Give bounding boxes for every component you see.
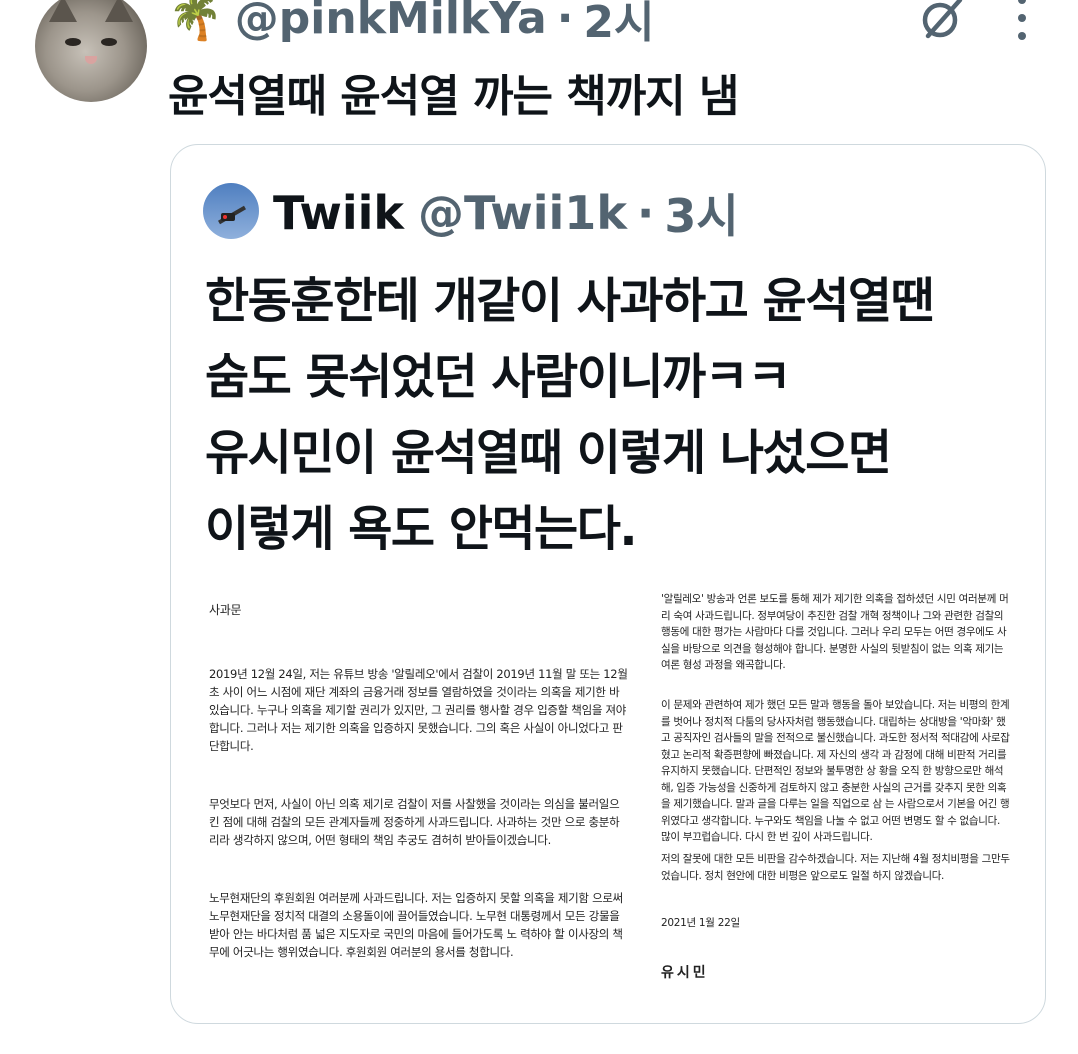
document-date: 2021년 1월 22일 (661, 917, 740, 929)
avatar-nose (85, 56, 97, 64)
quote-line: 한동훈한테 개같이 사과하고 윤석열땐 (205, 273, 935, 329)
separator-dot: · (636, 186, 655, 240)
tweet-header: 🌴 @pinkMilkYa · 2시 (168, 0, 655, 50)
tweet-text: 윤석열때 윤석열 까는 책까지 냄 (168, 71, 740, 122)
quote-author-name[interactable]: Twiik (273, 186, 404, 240)
document-paragraph: '알릴레오' 방송과 언론 보도를 통해 제가 제기한 의혹을 접하셨던 시민 … (661, 593, 1009, 671)
quote-time[interactable]: 3시 (664, 180, 738, 246)
quote-header: Twiik @Twii1k · 3시 (273, 183, 739, 243)
tweet-time[interactable]: 2시 (583, 0, 654, 50)
grok-icon[interactable] (918, 0, 966, 42)
document-paragraph: 무엇보다 먼저, 사실이 아닌 의혹 제기로 검찰이 저를 사찰했을 것이라는 … (209, 797, 620, 847)
avatar-ear-left (49, 0, 77, 22)
document-paragraph: 이 문제와 관련하여 제가 했던 모든 말과 행동을 돌아 보았습니다. 저는 … (661, 699, 1010, 843)
more-icon[interactable] (1010, 0, 1034, 40)
quoted-tweet[interactable]: Twiik @Twii1k · 3시 한동훈한테 개같이 사과하고 윤석열땐 숨… (170, 144, 1046, 1024)
avatar-ear-right (105, 0, 133, 22)
document-paragraph: 저의 잘못에 대한 모든 비판을 감수하겠습니다. 저는 지난해 4월 정치비평… (661, 853, 1010, 882)
more-dot (1018, 14, 1026, 22)
cat-avatar[interactable] (35, 0, 147, 102)
quote-handle[interactable]: @Twii1k (418, 186, 627, 240)
traffic-light-icon (221, 213, 235, 221)
apology-document-image[interactable]: 사과문 2019년 12월 24일, 저는 유튜브 방송 '알릴레오'에서 검찰… (171, 573, 1045, 1023)
avatar-eye-right (101, 38, 117, 46)
quote-text: 한동훈한테 개같이 사과하고 윤석열땐 숨도 못쉬었던 사람이니까ㅋㅋ 유시민이… (205, 263, 935, 567)
traffic-light-avatar[interactable] (203, 183, 259, 239)
quote-line: 유시민이 윤석열때 이렇게 나섰으면 (205, 425, 892, 481)
palm-tree-emoji: 🌴 (168, 0, 223, 43)
document-signature: 유시민 (661, 965, 709, 981)
document-title: 사과문 (209, 603, 242, 617)
quote-line: 숨도 못쉬었던 사람이니까ㅋㅋ (205, 349, 792, 405)
avatar-eye-left (65, 38, 81, 46)
more-dot (1018, 32, 1026, 40)
tweet-handle[interactable]: @pinkMilkYa (235, 0, 547, 44)
more-dot (1018, 0, 1026, 4)
separator-dot: · (556, 0, 574, 44)
quote-line: 이렇게 욕도 안먹는다. (205, 501, 638, 557)
document-paragraph: 2019년 12월 24일, 저는 유튜브 방송 '알릴레오'에서 검찰이 20… (209, 667, 628, 753)
document-paragraph: 노무현재단의 후원회원 여러분께 사과드립니다. 저는 입증하지 못할 의혹을 … (209, 891, 623, 959)
